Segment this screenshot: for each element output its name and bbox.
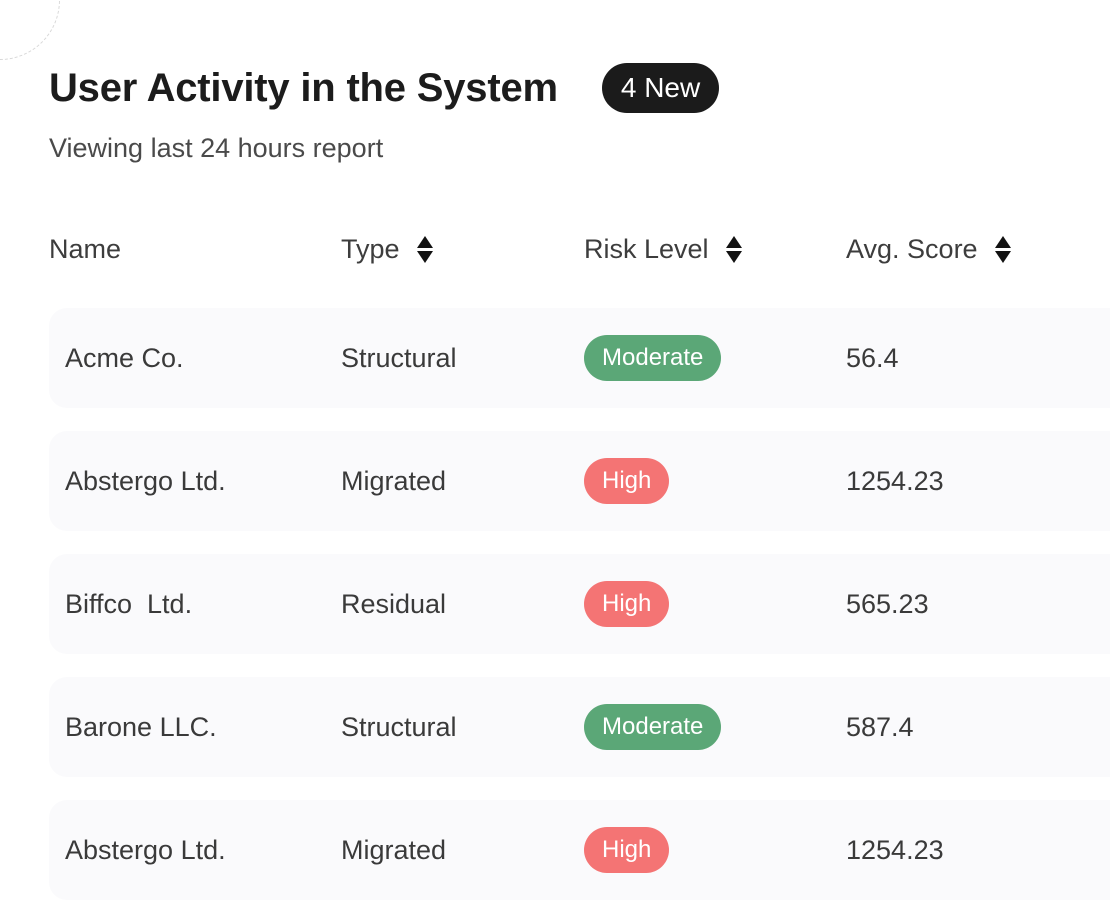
cell-risk-level: Moderate <box>584 308 722 408</box>
decorative-corner-arc <box>0 0 60 60</box>
column-header-label: Risk Level <box>584 233 709 264</box>
sort-ascending-icon[interactable] <box>725 235 742 248</box>
cell-risk-level: High <box>584 800 670 900</box>
sort-descending-icon[interactable] <box>725 250 742 263</box>
column-header-name: Name <box>49 228 121 270</box>
cell-type: Residual <box>341 588 447 619</box>
cell-avg-score: 56.4 <box>846 342 899 373</box>
sort-ascending-icon[interactable] <box>416 235 433 248</box>
cell-type: Structural <box>341 342 457 373</box>
column-header-risk-level[interactable]: Risk Level <box>584 228 743 270</box>
column-header-type[interactable]: Type <box>341 228 434 270</box>
sort-descending-icon[interactable] <box>994 250 1011 263</box>
cell-name: Biffco Ltd. <box>65 588 193 619</box>
page-subtitle: Viewing last 24 hours report <box>49 133 384 163</box>
new-count-badge: 4 New <box>601 63 720 113</box>
table-header: Name Type Risk Level Avg. Score <box>0 228 1110 270</box>
sort-icon[interactable] <box>416 232 434 266</box>
cell-name: Acme Co. <box>65 342 184 373</box>
cell-risk-level: Moderate <box>584 677 722 777</box>
risk-level-badge: High <box>584 581 670 627</box>
table-row[interactable]: Abstergo Ltd. Migrated High 1254.23 <box>49 800 1110 900</box>
risk-level-badge: High <box>584 458 670 504</box>
cell-risk-level: High <box>584 554 670 654</box>
risk-level-badge: High <box>584 827 670 873</box>
cell-name: Abstergo Ltd. <box>65 834 226 865</box>
sort-descending-icon[interactable] <box>416 250 433 263</box>
cell-avg-score: 565.23 <box>846 588 929 619</box>
column-header-label: Type <box>341 233 400 264</box>
risk-level-badge: Moderate <box>584 704 722 750</box>
table-row[interactable]: Abstergo Ltd. Migrated High 1254.23 <box>49 431 1110 531</box>
sort-ascending-icon[interactable] <box>994 235 1011 248</box>
table-row[interactable]: Barone LLC. Structural Moderate 587.4 <box>49 677 1110 777</box>
sort-icon[interactable] <box>994 232 1012 266</box>
sort-icon[interactable] <box>725 232 743 266</box>
table-row[interactable]: Acme Co. Structural Moderate 56.4 <box>49 308 1110 408</box>
cell-type: Migrated <box>341 465 447 496</box>
column-header-label: Avg. Score <box>846 233 978 264</box>
risk-level-badge: Moderate <box>584 335 722 381</box>
cell-avg-score: 1254.23 <box>846 834 944 865</box>
cell-avg-score: 587.4 <box>846 711 914 742</box>
table-body: Acme Co. Structural Moderate 56.4 Abster… <box>49 308 1110 923</box>
page-header: User Activity in the System 4 New <box>49 62 720 114</box>
cell-avg-score: 1254.23 <box>846 465 944 496</box>
cell-risk-level: High <box>584 431 670 531</box>
column-header-label: Name <box>49 233 122 264</box>
cell-type: Migrated <box>341 834 447 865</box>
cell-name: Abstergo Ltd. <box>65 465 226 496</box>
cell-name: Barone LLC. <box>65 711 217 742</box>
page-title: User Activity in the System <box>49 66 558 110</box>
table-row[interactable]: Biffco Ltd. Residual High 565.23 <box>49 554 1110 654</box>
cell-type: Structural <box>341 711 457 742</box>
column-header-avg-score[interactable]: Avg. Score <box>846 228 1012 270</box>
